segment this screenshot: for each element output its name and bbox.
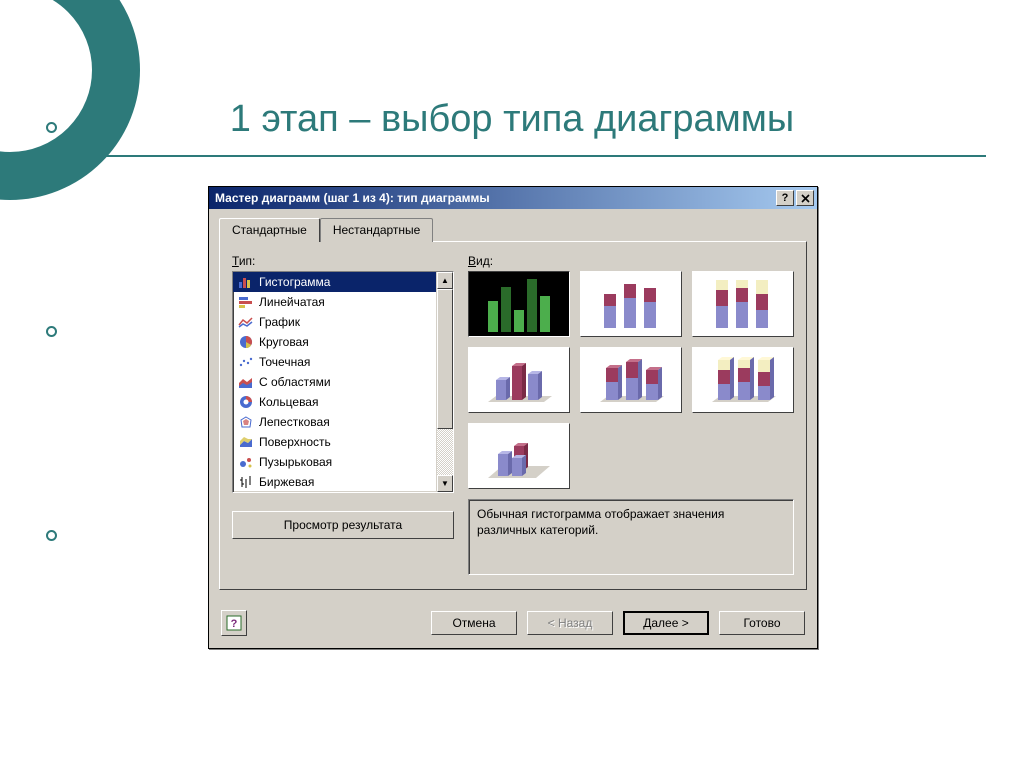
label-view: Вид: <box>468 254 794 268</box>
slide-title-rule <box>38 155 986 157</box>
list-item[interactable]: Гистограмма <box>233 272 436 292</box>
scroll-down-icon[interactable]: ▼ <box>437 475 453 492</box>
help-icon[interactable]: ? <box>776 190 794 206</box>
next-button[interactable]: Далее > <box>623 611 709 635</box>
radar-chart-icon <box>237 414 255 430</box>
list-item-label: Поверхность <box>259 435 331 449</box>
tab-strip: Стандартные Нестандартные <box>219 217 807 242</box>
subtype-3d-stacked-column[interactable] <box>580 347 682 413</box>
list-item-label: Пузырьковая <box>259 455 332 469</box>
subtype-3d-column[interactable] <box>468 423 570 489</box>
subtype-100pct-stacked-column[interactable] <box>692 271 794 337</box>
list-item-label: Точечная <box>259 355 310 369</box>
list-item[interactable]: Линейчатая <box>233 292 436 312</box>
ring-binder-hole <box>46 326 57 337</box>
stock-chart-icon <box>237 474 255 490</box>
subtype-clustered-column[interactable] <box>468 271 570 337</box>
chart-subtype-grid <box>468 271 794 489</box>
tab-pane: Тип: Гистограмма <box>219 241 807 590</box>
svg-text:?: ? <box>231 618 238 630</box>
subtype-3d-clustered-column[interactable] <box>468 347 570 413</box>
subtype-3d-100pct-stacked-column[interactable] <box>692 347 794 413</box>
finish-button[interactable]: Готово <box>719 611 805 635</box>
list-item-label: С областями <box>259 375 331 389</box>
list-item[interactable]: Поверхность <box>233 432 436 452</box>
cancel-button[interactable]: Отмена <box>431 611 517 635</box>
label-type: Тип: <box>232 254 454 268</box>
dialog-titlebar[interactable]: Мастер диаграмм (шаг 1 из 4): тип диагра… <box>209 187 817 209</box>
list-item[interactable]: Лепестковая <box>233 412 436 432</box>
wizard-footer: ? Отмена < Назад Далее > Готово <box>209 600 817 648</box>
list-item-label: Биржевая <box>259 475 314 489</box>
list-item-label: Круговая <box>259 335 309 349</box>
list-item[interactable]: Пузырьковая <box>233 452 436 472</box>
slide-title: 1 этап – выбор типа диаграммы <box>0 98 1024 141</box>
chart-wizard-dialog: Мастер диаграмм (шаг 1 из 4): тип диагра… <box>208 186 818 649</box>
subtype-stacked-column[interactable] <box>580 271 682 337</box>
list-item-label: График <box>259 315 300 329</box>
pie-chart-icon <box>237 334 255 350</box>
list-item[interactable]: Биржевая <box>233 472 436 492</box>
list-item[interactable]: Кольцевая <box>233 392 436 412</box>
bubble-chart-icon <box>237 454 255 470</box>
chart-type-listbox[interactable]: Гистограмма Линейчатая <box>232 271 454 493</box>
scroll-thumb[interactable] <box>437 289 453 429</box>
line-chart-icon <box>237 314 255 330</box>
tab-custom[interactable]: Нестандартные <box>320 218 434 242</box>
help-button[interactable]: ? <box>221 610 247 636</box>
scroll-up-icon[interactable]: ▲ <box>437 272 453 289</box>
scatter-chart-icon <box>237 354 255 370</box>
dialog-title: Мастер диаграмм (шаг 1 из 4): тип диагра… <box>215 191 774 205</box>
list-item-label: Линейчатая <box>259 295 325 309</box>
tab-standard[interactable]: Стандартные <box>219 218 320 242</box>
bar-horizontal-icon <box>237 294 255 310</box>
back-button: < Назад <box>527 611 613 635</box>
histogram-icon <box>237 274 255 290</box>
scroll-track[interactable] <box>437 429 453 475</box>
list-item-label: Гистограмма <box>259 275 330 289</box>
list-item[interactable]: Точечная <box>233 352 436 372</box>
surface-chart-icon <box>237 434 255 450</box>
list-item[interactable]: График <box>233 312 436 332</box>
doughnut-chart-icon <box>237 394 255 410</box>
preview-result-button[interactable]: Просмотр результата <box>232 511 454 539</box>
list-scrollbar[interactable]: ▲ ▼ <box>436 272 453 492</box>
ring-binder-hole <box>46 530 57 541</box>
list-item[interactable]: Круговая <box>233 332 436 352</box>
subtype-description: Обычная гистограмма отображает значения … <box>468 499 794 575</box>
close-icon[interactable] <box>796 190 814 206</box>
list-item-label: Кольцевая <box>259 395 318 409</box>
list-item-label: Лепестковая <box>259 415 330 429</box>
list-item[interactable]: С областями <box>233 372 436 392</box>
chart-type-items: Гистограмма Линейчатая <box>233 272 436 492</box>
area-chart-icon <box>237 374 255 390</box>
